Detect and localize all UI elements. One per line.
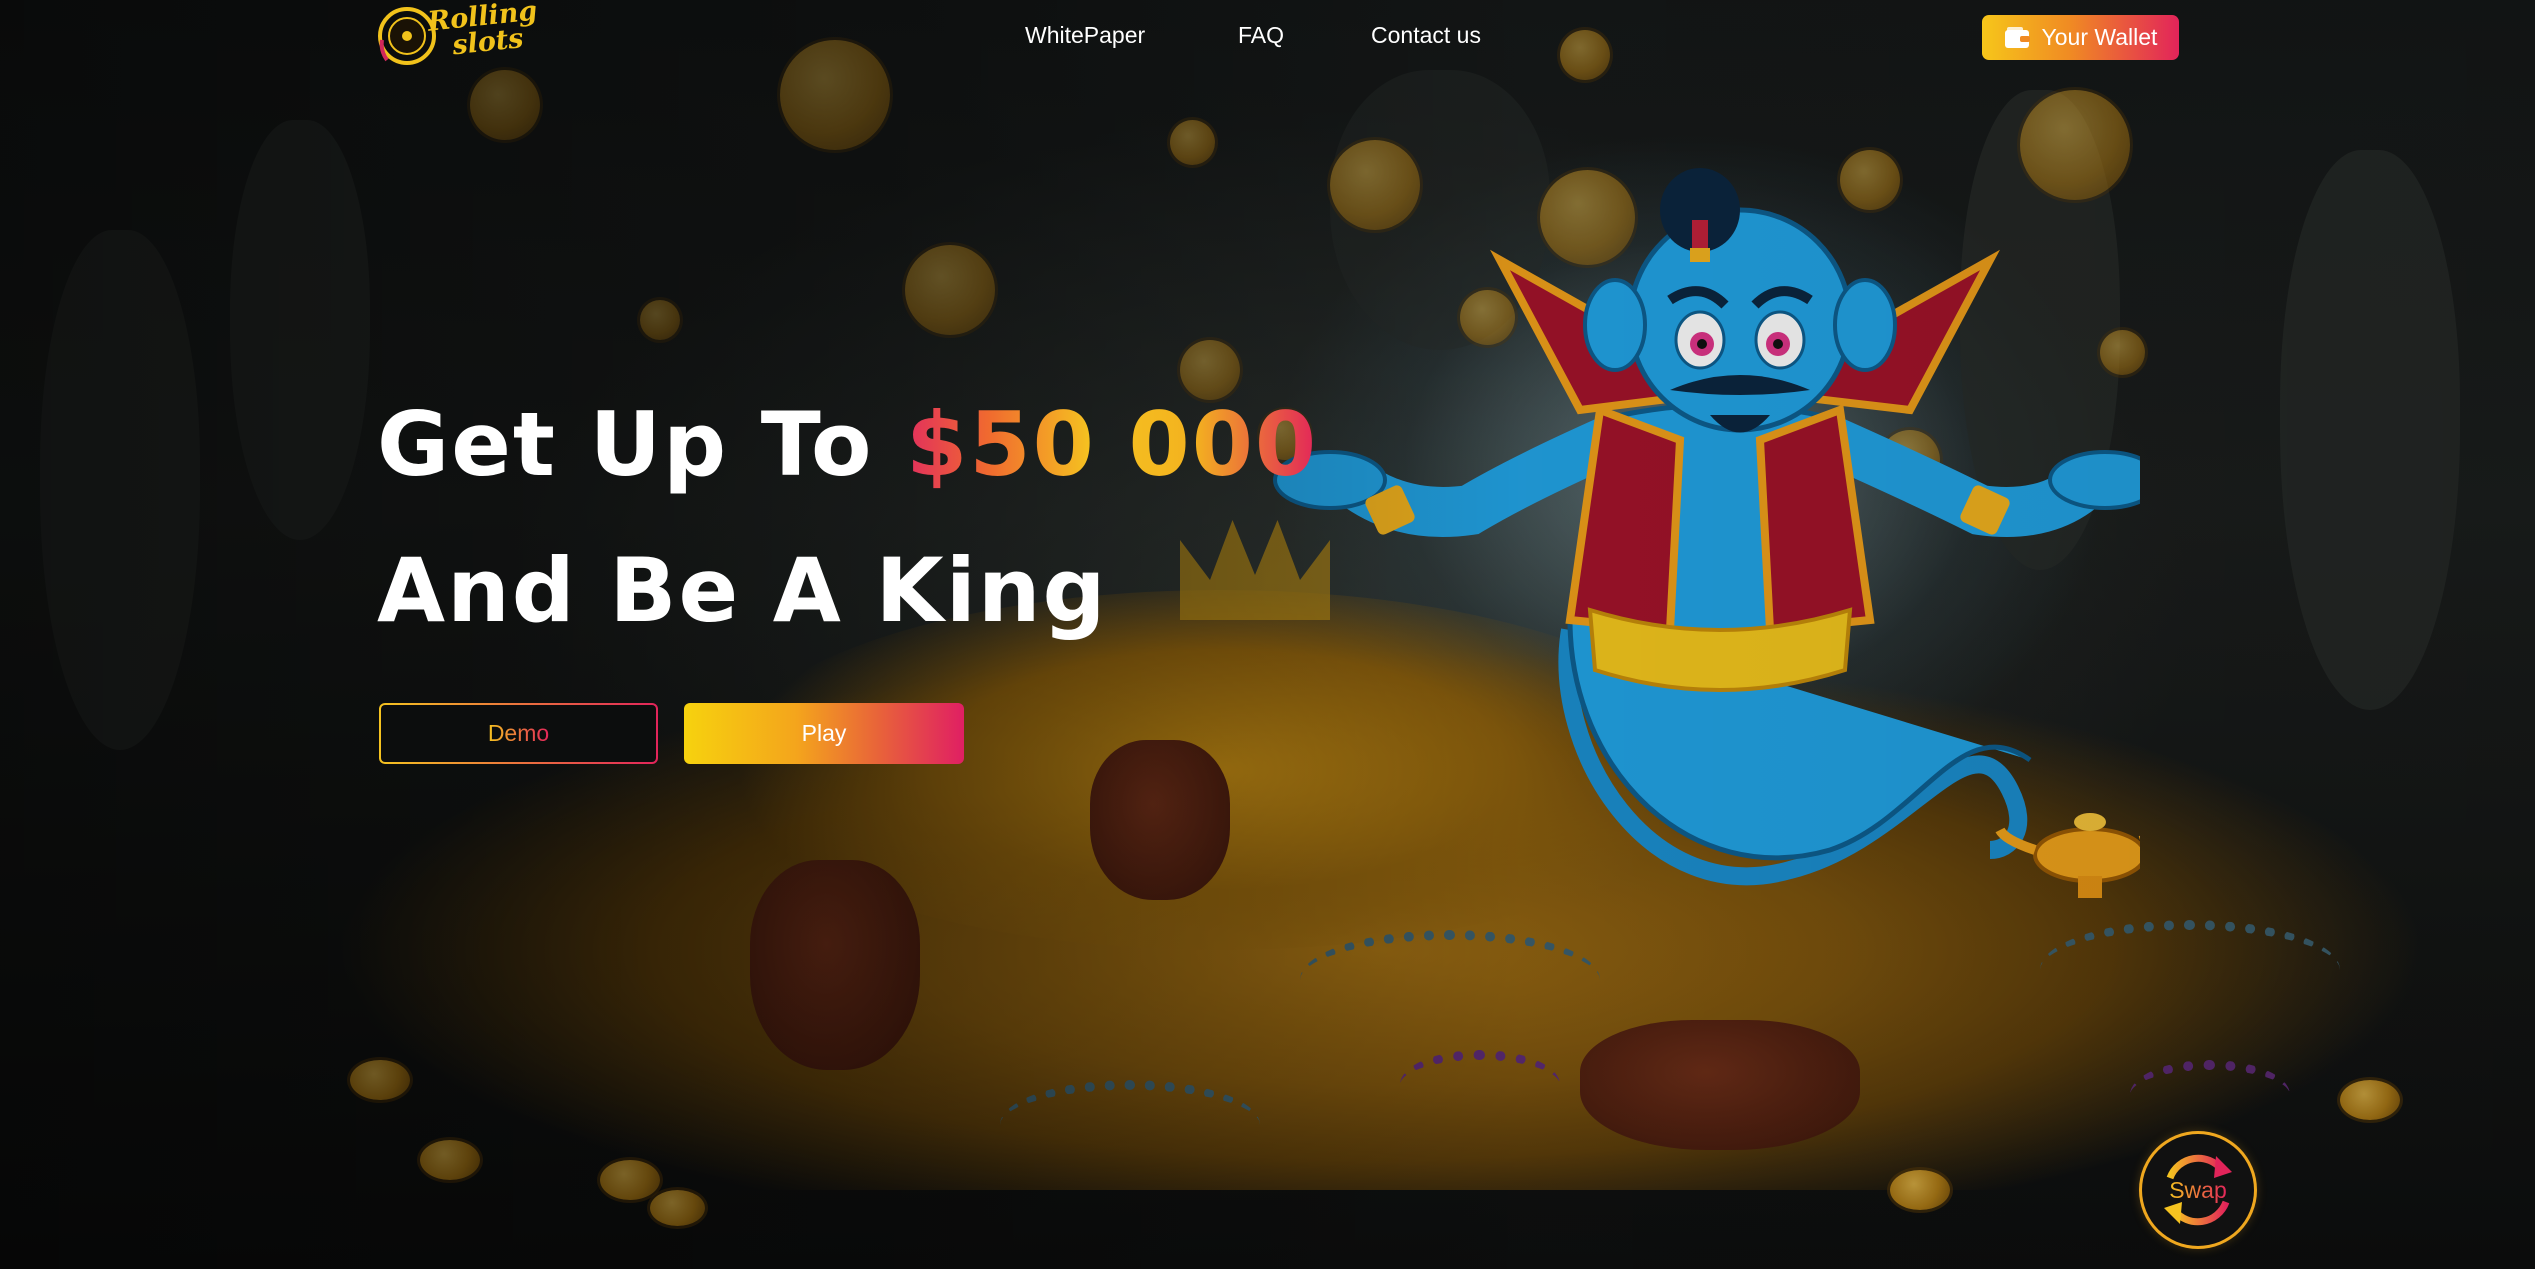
- swap-floating-button[interactable]: Swap: [2142, 1134, 2254, 1246]
- wallet-button-label: Your Wallet: [2041, 24, 2158, 50]
- your-wallet-button[interactable]: Your Wallet: [1982, 15, 2179, 60]
- headline-line-1: Get Up To $50 000: [377, 393, 1318, 496]
- nav-link-contact[interactable]: Contact us: [1371, 20, 1481, 50]
- demo-button[interactable]: Demo: [379, 703, 658, 764]
- headline-prefix: Get Up To: [377, 393, 907, 496]
- top-nav-bar: Rolling slots WhitePaper FAQ Contact us …: [0, 0, 2535, 72]
- nav-link-whitepaper[interactable]: WhitePaper: [1025, 20, 1145, 50]
- headline-prize-amount: $50 000: [906, 393, 1319, 496]
- headline-line-2: And Be A King: [377, 539, 1108, 642]
- site-logo[interactable]: Rolling slots: [377, 0, 539, 72]
- nav-link-faq[interactable]: FAQ: [1238, 20, 1284, 50]
- demo-button-label: Demo: [487, 720, 550, 746]
- play-button[interactable]: Play: [684, 703, 964, 764]
- wallet-icon: [2004, 26, 2030, 48]
- logo-wordmark: Rolling slots: [426, 0, 542, 62]
- play-button-label: Play: [801, 720, 847, 746]
- swap-button-label: Swap: [2169, 1176, 2227, 1203]
- hero-headline: Get Up To $50 000 And Be A King: [377, 372, 1318, 664]
